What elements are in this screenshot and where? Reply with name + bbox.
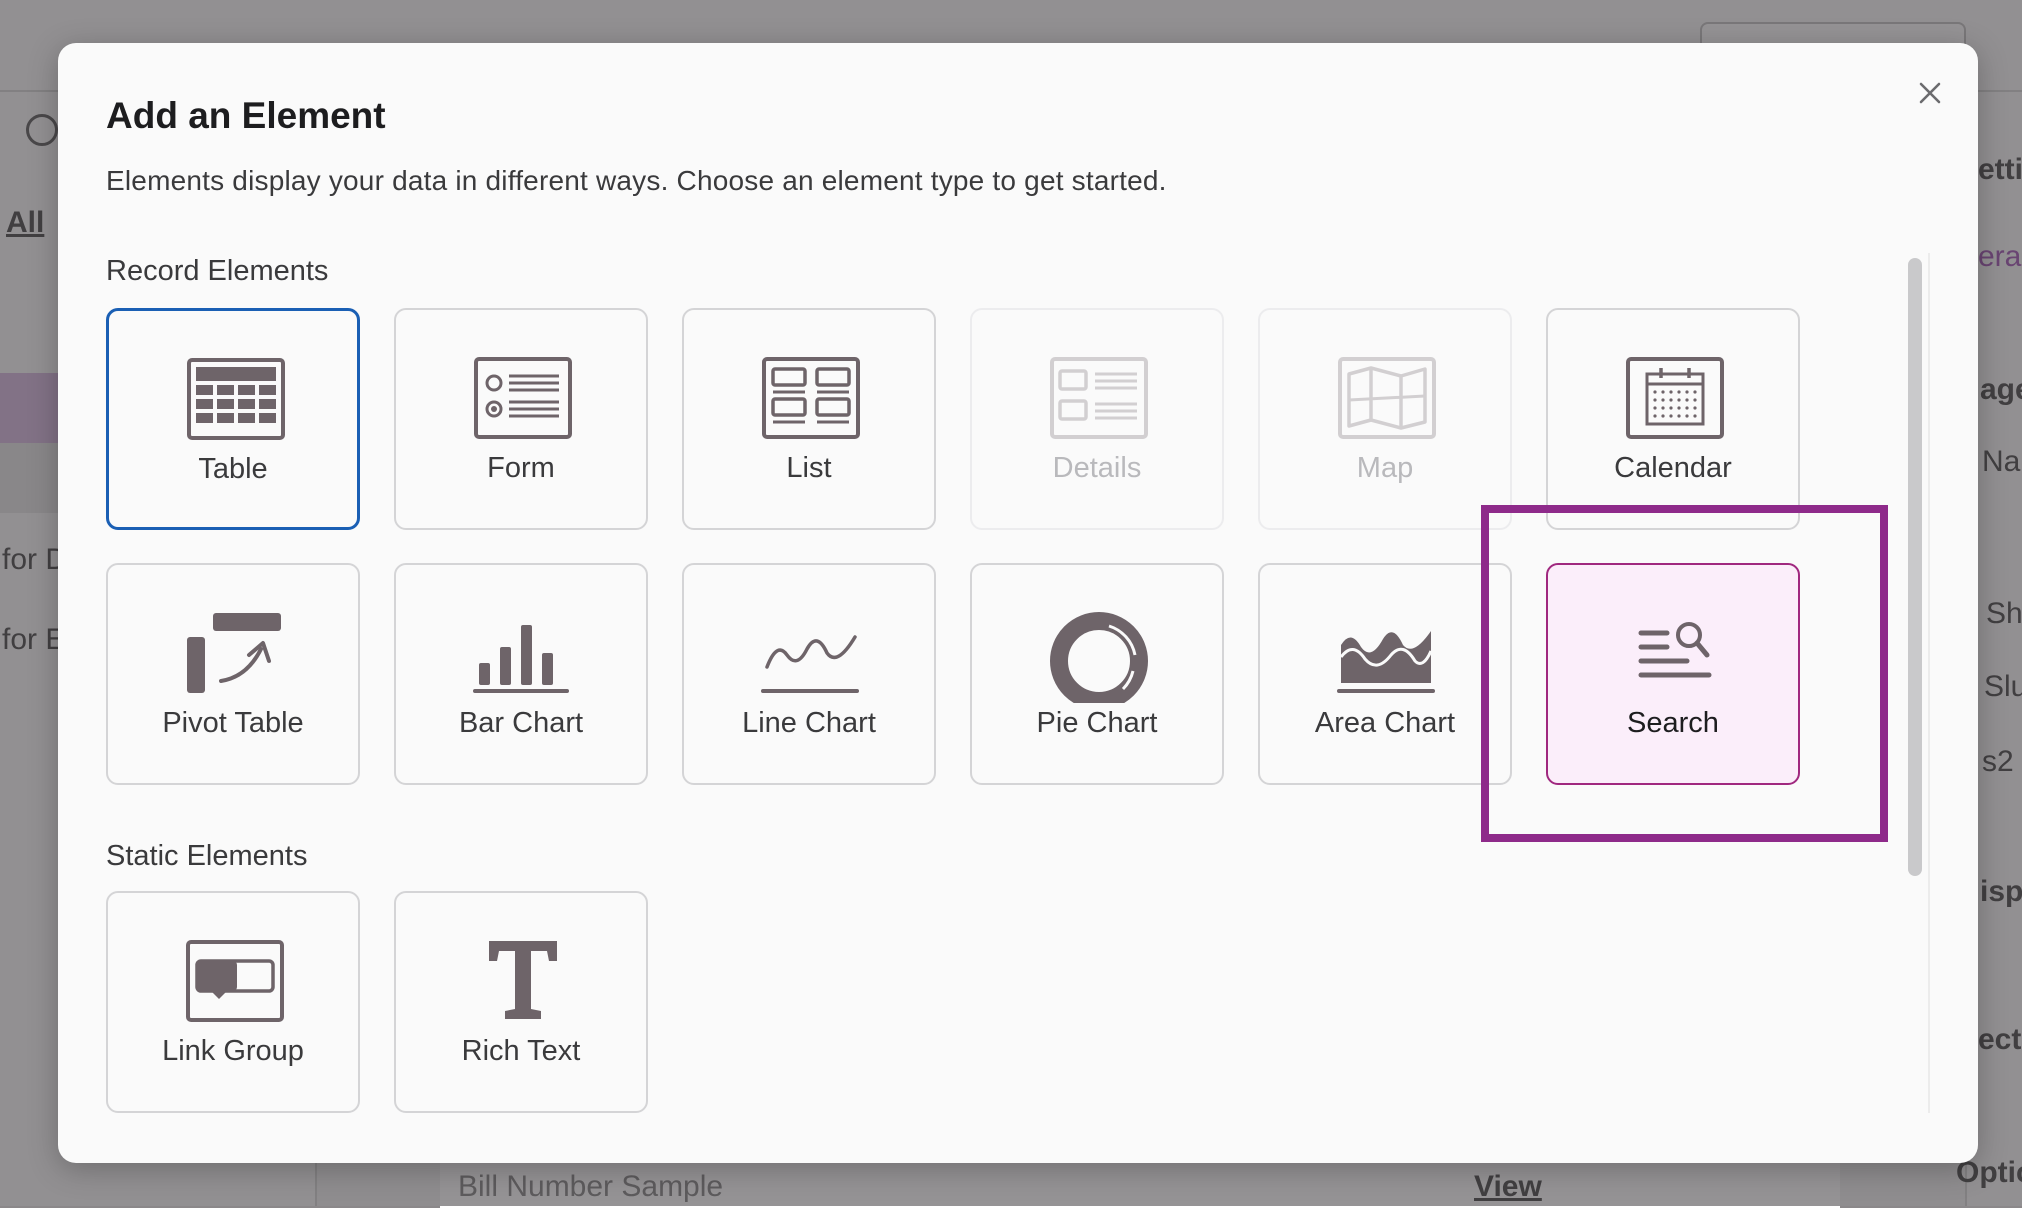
element-tile-label: Pie Chart: [1036, 707, 1158, 739]
static-elements-heading: Static Elements: [106, 840, 308, 872]
element-tile-bar-chart[interactable]: Bar Chart: [394, 563, 648, 785]
line-chart-icon: [761, 635, 859, 693]
scroll-divider: [1928, 253, 1930, 1113]
element-tile-label: Line Chart: [742, 707, 876, 739]
close-button[interactable]: [1908, 71, 1952, 115]
element-tile-line-chart[interactable]: Line Chart: [682, 563, 936, 785]
element-tile-search[interactable]: Search: [1546, 563, 1800, 785]
element-tile-calendar[interactable]: Calendar: [1546, 308, 1800, 530]
dialog-title: Add an Element: [106, 95, 386, 136]
element-tile-pie-chart[interactable]: Pie Chart: [970, 563, 1224, 785]
element-tile-label: Form: [487, 452, 555, 484]
dialog-description: Elements display your data in different …: [106, 165, 1167, 196]
element-tile-label: Search: [1627, 707, 1719, 739]
area-chart-icon: [1337, 631, 1435, 693]
element-tile-label: Details: [1052, 452, 1142, 484]
record-elements-heading: Record Elements: [106, 255, 329, 287]
form-icon: [474, 357, 572, 439]
map-icon: [1338, 357, 1436, 439]
bar-chart-icon: [473, 625, 569, 693]
rich-text-icon: [489, 941, 557, 1019]
element-tile-label: Link Group: [162, 1035, 304, 1067]
element-tile-label: Bar Chart: [458, 707, 584, 739]
element-tile-form[interactable]: Form: [394, 308, 648, 530]
element-tile-map: Map: [1258, 308, 1512, 530]
element-tile-label: Area Chart: [1314, 707, 1456, 739]
element-tile-area-chart[interactable]: Area Chart: [1258, 563, 1512, 785]
table-icon: [187, 358, 285, 440]
element-tile-pivot-table[interactable]: Pivot Table: [106, 563, 360, 785]
element-tile-label: Rich Text: [461, 1035, 581, 1067]
element-tile-rich-text[interactable]: Rich Text: [394, 891, 648, 1113]
element-tile-list[interactable]: List: [682, 308, 936, 530]
element-tile-label: Calendar: [1614, 452, 1732, 484]
element-tile-label: List: [786, 452, 832, 484]
search-icon: [1638, 622, 1712, 678]
calendar-icon: [1626, 357, 1724, 439]
element-tile-label: Map: [1356, 452, 1414, 484]
list-icon: [762, 357, 860, 439]
add-element-dialog: Add an Element Elements display your dat…: [58, 43, 1978, 1163]
element-tile-link-group[interactable]: Link Group: [106, 891, 360, 1113]
element-tile-label: Table: [198, 453, 268, 485]
element-tile-label: Pivot Table: [162, 707, 304, 739]
scrollbar-thumb[interactable]: [1908, 258, 1922, 876]
details-icon: [1050, 357, 1148, 439]
pie-chart-icon: [1050, 612, 1148, 703]
element-tile-table[interactable]: Table: [106, 308, 360, 530]
close-icon: [1919, 82, 1941, 104]
link-group-icon: [186, 940, 284, 1022]
element-tile-details: Details: [970, 308, 1224, 530]
pivot-table-icon: [187, 613, 281, 693]
